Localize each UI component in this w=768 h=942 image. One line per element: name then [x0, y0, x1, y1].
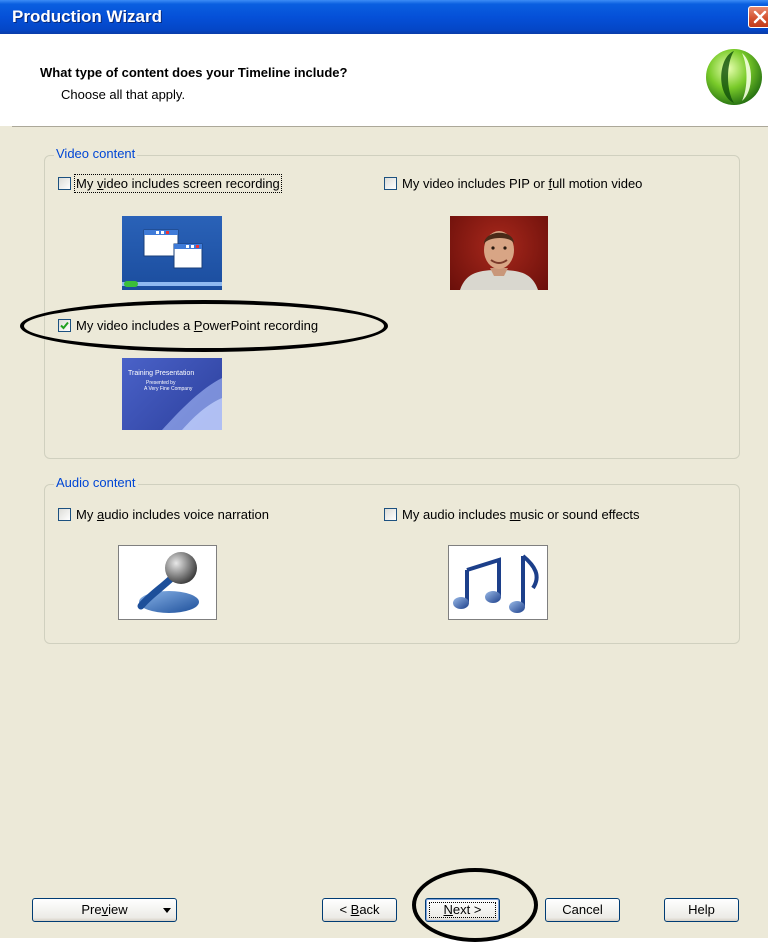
slide-line-2: A Very Fine Company	[144, 386, 193, 392]
screen-recording-checkbox[interactable]	[58, 177, 71, 190]
powerpoint-thumbnail: Training Presentation Presented by A Ver…	[122, 358, 222, 430]
back-label: < Back	[339, 902, 380, 917]
page-title: What type of content does your Timeline …	[40, 65, 348, 80]
music-notes-icon	[453, 554, 539, 613]
voice-narration-label: My audio includes voice narration	[76, 507, 269, 522]
microphone-icon	[137, 552, 199, 613]
voice-narration-thumbnail	[118, 545, 217, 620]
music-effects-checkbox[interactable]	[384, 508, 397, 521]
preview-button[interactable]: Preview	[32, 898, 177, 922]
slide-title: Training Presentation	[128, 370, 195, 377]
title-bar[interactable]: Production Wizard	[0, 0, 768, 34]
screen-recording-thumbnail	[122, 216, 222, 290]
annotation-ellipse-next	[412, 868, 538, 942]
screen-recording-option[interactable]: My video includes screen recording	[58, 174, 282, 193]
music-effects-option[interactable]: My audio includes music or sound effects	[384, 507, 640, 522]
screen-windows-icon	[122, 229, 222, 287]
wizard-header: What type of content does your Timeline …	[0, 34, 768, 127]
camtasia-logo-icon	[706, 49, 762, 105]
dropdown-arrow-icon	[163, 908, 171, 913]
preview-label: Preview	[81, 902, 128, 917]
pip-video-label: My video includes PIP or full motion vid…	[402, 176, 643, 191]
cancel-button[interactable]: Cancel	[545, 898, 620, 922]
voice-narration-option[interactable]: My audio includes voice narration	[58, 507, 269, 522]
video-content-label: Video content	[54, 146, 138, 161]
pip-video-thumbnail	[450, 216, 548, 290]
voice-narration-checkbox[interactable]	[58, 508, 71, 521]
music-effects-label: My audio includes music or sound effects	[402, 507, 640, 522]
left-accent-strip	[0, 126, 12, 938]
person-photo	[460, 231, 538, 290]
close-button[interactable]	[748, 6, 768, 28]
screen-recording-label: My video includes screen recording	[74, 174, 282, 193]
back-button[interactable]: < Back	[322, 898, 397, 922]
page-subtitle: Choose all that apply.	[61, 87, 186, 102]
annotation-ellipse-powerpoint	[20, 300, 388, 352]
help-button[interactable]: Help	[664, 898, 739, 922]
music-effects-thumbnail	[448, 545, 548, 620]
audio-content-label: Audio content	[54, 475, 138, 490]
window-title: Production Wizard	[12, 7, 163, 26]
production-wizard-window: Production Wizard What type of content d…	[0, 0, 768, 942]
slide-thumbnail	[162, 378, 222, 430]
pip-video-checkbox[interactable]	[384, 177, 397, 190]
close-icon	[753, 10, 767, 24]
pip-video-option[interactable]: My video includes PIP or full motion vid…	[384, 176, 642, 191]
